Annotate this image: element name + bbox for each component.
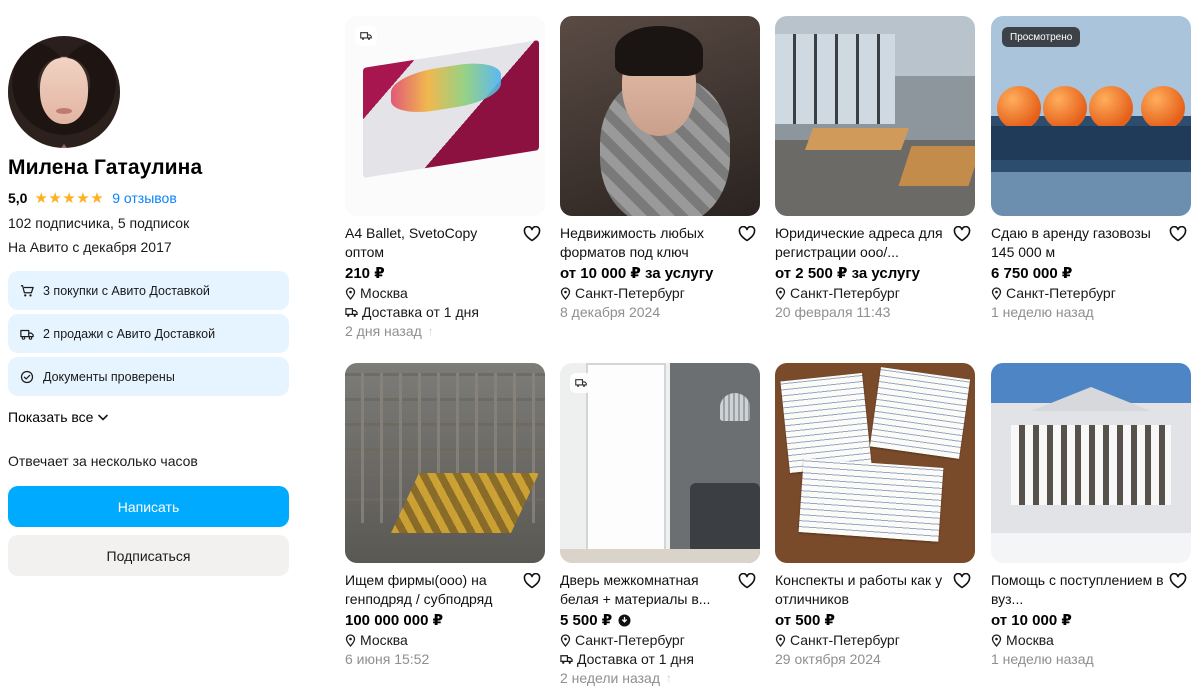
write-button[interactable]: Написать	[8, 486, 289, 527]
listing-price: 6 750 000 ₽	[991, 265, 1073, 282]
delivery-icon	[570, 373, 592, 393]
badges-list: 3 покупки с Авито Доставкой 2 продажи с …	[8, 271, 290, 396]
location-pin-icon	[345, 287, 356, 300]
reviews-link[interactable]: 9 отзывов	[112, 190, 177, 206]
listing-card[interactable]: A4 Ballet, SvetoCopy оптом 210 ₽ Москва …	[345, 16, 545, 341]
listing-date: 20 февраля 11:43	[775, 304, 891, 320]
listing-date: 8 декабря 2024	[560, 304, 661, 320]
listing-card[interactable]: Дверь межкомнатная белая + материалы в..…	[560, 363, 760, 688]
listing-title[interactable]: Юридические адреса для регистрации ооо/.…	[775, 224, 975, 262]
location-pin-icon	[991, 287, 1002, 300]
listing-price: от 10 000 ₽ за услугу	[560, 265, 714, 282]
listing-location: Санкт-Петербург	[991, 284, 1191, 303]
viewed-badge: Просмотрено	[1002, 27, 1081, 47]
listing-date: 6 июня 15:52	[345, 651, 430, 667]
listing-photo[interactable]	[775, 363, 975, 563]
listing-title[interactable]: Помощь с поступлением в вуз...	[991, 571, 1191, 609]
listing-price: от 10 000 ₽	[991, 612, 1072, 629]
listing-price: от 2 500 ₽ за услугу	[775, 265, 920, 282]
listing-date: 29 октября 2024	[775, 651, 881, 667]
show-all-link[interactable]: Показать все	[8, 409, 290, 425]
profile-sidebar: Милена Гатаулина 5,0 ★★★★★ 9 отзывов 102…	[8, 36, 290, 576]
listing-delivery: Доставка от 1 дня	[560, 650, 760, 669]
listing-photo[interactable]	[345, 16, 545, 216]
listing-price: 100 000 000 ₽	[345, 612, 444, 629]
rating-row: 5,0 ★★★★★ 9 отзывов	[8, 189, 290, 207]
location-pin-icon	[775, 287, 786, 300]
favorite-heart-icon[interactable]	[523, 226, 541, 242]
listing-card[interactable]: Недвижимость любых форматов под ключ от …	[560, 16, 760, 322]
badge-sales-label: 2 продажи с Авито Доставкой	[43, 326, 216, 341]
listing-date: 2 недели назад ↑	[560, 670, 672, 686]
listing-price: 210 ₽	[345, 265, 385, 282]
badge-purchases-label: 3 покупки с Авито Доставкой	[43, 283, 210, 298]
listing-card[interactable]: Помощь с поступлением в вуз... от 10 000…	[991, 363, 1191, 669]
listing-location: Москва	[991, 631, 1191, 650]
chevron-down-icon	[98, 414, 109, 421]
badge-sales[interactable]: 2 продажи с Авито Доставкой	[8, 314, 289, 353]
listing-card[interactable]: Просмотрено Сдаю в аренду газовозы 145 0…	[991, 16, 1191, 322]
member-since: На Авито с декабря 2017	[8, 239, 172, 255]
listing-title[interactable]: A4 Ballet, SvetoCopy оптом	[345, 224, 545, 262]
listing-date: 1 неделю назад	[991, 651, 1094, 667]
listing-location: Санкт-Петербург	[775, 631, 975, 650]
favorite-heart-icon[interactable]	[953, 573, 971, 589]
raised-arrow-icon: ↑	[427, 324, 434, 338]
location-pin-icon	[560, 634, 571, 647]
rating-stars-icon: ★★★★★	[34, 190, 105, 207]
favorite-heart-icon[interactable]	[1169, 573, 1187, 589]
listing-title[interactable]: Недвижимость любых форматов под ключ	[560, 224, 760, 262]
listing-photo[interactable]	[775, 16, 975, 216]
price-info-icon[interactable]	[618, 614, 631, 627]
listing-photo[interactable]	[560, 16, 760, 216]
show-all-label: Показать все	[8, 409, 94, 425]
listing-location: Москва	[345, 284, 545, 303]
favorite-heart-icon[interactable]	[738, 573, 756, 589]
delivery-box-icon	[560, 655, 573, 664]
check-circle-icon	[20, 370, 34, 383]
badge-documents[interactable]: Документы проверены	[8, 357, 289, 396]
listing-card[interactable]: Конспекты и работы как у отличников от 5…	[775, 363, 975, 669]
listing-date: 1 неделю назад	[991, 304, 1094, 320]
truck-icon	[20, 329, 34, 340]
listing-price: 5 500 ₽	[560, 611, 760, 630]
listing-price: от 500 ₽	[775, 612, 835, 629]
profile-name: Милена Гатаулина	[8, 156, 203, 179]
listing-delivery: Доставка от 1 дня	[345, 303, 545, 322]
response-time: Отвечает за несколько часов	[8, 453, 198, 469]
location-pin-icon	[560, 287, 571, 300]
location-pin-icon	[991, 634, 1002, 647]
favorite-heart-icon[interactable]	[738, 226, 756, 242]
listing-title[interactable]: Дверь межкомнатная белая + материалы в..…	[560, 571, 760, 609]
raised-arrow-icon: ↑	[666, 671, 672, 685]
avatar[interactable]	[8, 36, 120, 148]
listing-photo[interactable]	[991, 363, 1191, 563]
favorite-heart-icon[interactable]	[1169, 226, 1187, 242]
delivery-box-icon	[345, 308, 358, 317]
listing-photo[interactable]	[345, 363, 545, 563]
location-pin-icon	[345, 634, 356, 647]
listing-title[interactable]: Ищем фирмы(ооо) на генподряд / субподряд	[345, 571, 545, 609]
listing-date: 2 дня назад ↑	[345, 323, 434, 339]
subscribe-button[interactable]: Подписаться	[8, 535, 289, 576]
listing-location: Санкт-Петербург	[560, 631, 760, 650]
listing-photo[interactable]	[560, 363, 760, 563]
location-pin-icon	[775, 634, 786, 647]
listing-location: Санкт-Петербург	[560, 284, 760, 303]
listing-location: Санкт-Петербург	[775, 284, 975, 303]
listing-title[interactable]: Сдаю в аренду газовозы 145 000 м	[991, 224, 1191, 262]
followers-count[interactable]: 102 подписчика, 5 подписок	[8, 215, 290, 231]
listing-card[interactable]: Ищем фирмы(ооо) на генподряд / субподряд…	[345, 363, 545, 669]
badge-documents-label: Документы проверены	[43, 369, 175, 384]
delivery-icon	[355, 26, 377, 46]
listing-location: Москва	[345, 631, 545, 650]
favorite-heart-icon[interactable]	[523, 573, 541, 589]
listing-photo[interactable]: Просмотрено	[991, 16, 1191, 216]
listing-title[interactable]: Конспекты и работы как у отличников	[775, 571, 975, 609]
listing-card[interactable]: Юридические адреса для регистрации ооо/.…	[775, 16, 975, 322]
cart-icon	[20, 284, 34, 297]
rating-value: 5,0	[8, 190, 28, 206]
badge-purchases[interactable]: 3 покупки с Авито Доставкой	[8, 271, 289, 310]
favorite-heart-icon[interactable]	[953, 226, 971, 242]
